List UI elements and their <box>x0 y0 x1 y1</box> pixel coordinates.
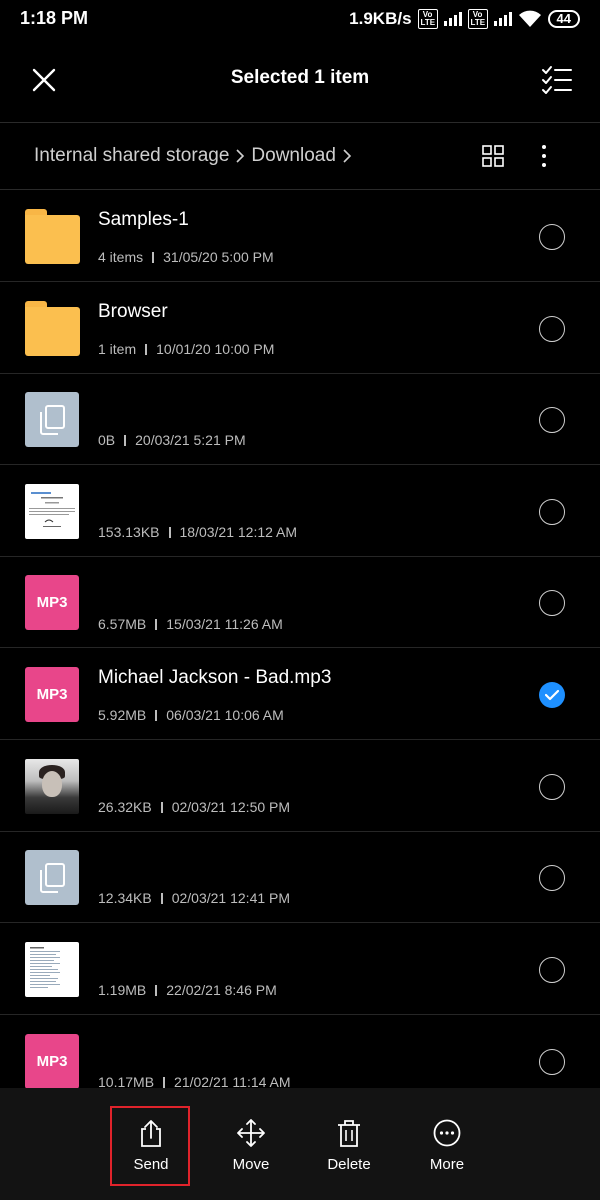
file-meta: 6.57MB 15/03/21 11:26 AM <box>98 616 283 632</box>
selection-toolbar: Selected 1 item <box>0 38 600 123</box>
status-bar: 1:18 PM 1.9KB/s Vo LTE Vo LTE 44 <box>0 0 600 38</box>
select-checkbox[interactable] <box>539 407 565 433</box>
file-row[interactable]: Browser 1 item 10/01/20 10:00 PM <box>0 282 600 374</box>
breadcrumb: Internal shared storage Download <box>0 123 600 190</box>
breadcrumb-path: Internal shared storage Download <box>34 145 352 167</box>
mp3-icon: MP3 <box>25 667 79 722</box>
send-highlight-box <box>110 1106 190 1186</box>
select-checkbox[interactable] <box>539 1049 565 1075</box>
select-checkbox[interactable] <box>539 774 565 800</box>
file-row[interactable]: 26.32KB 02/03/21 12:50 PM <box>0 740 600 832</box>
move-icon <box>237 1119 265 1147</box>
file-size: 6.57MB <box>98 616 147 632</box>
more-label: More <box>429 1156 465 1173</box>
file-meta: 0B 20/03/21 5:21 PM <box>98 432 246 448</box>
file-row[interactable]: MP3 6.57MB 15/03/21 11:26 AM <box>0 556 600 648</box>
file-meta: 5.92MB 06/03/21 10:06 AM <box>98 707 284 723</box>
mp3-icon: MP3 <box>25 1034 79 1088</box>
file-meta: 26.32KB 02/03/21 12:50 PM <box>98 799 290 815</box>
select-checkbox[interactable] <box>539 499 565 525</box>
action-bar: Send Move Delete More <box>0 1088 600 1200</box>
grid-view-icon[interactable] <box>482 145 504 167</box>
file-date: 15/03/21 11:26 AM <box>166 616 283 632</box>
folder-icon <box>25 209 80 264</box>
file-date: 31/05/20 5:00 PM <box>163 249 274 265</box>
file-date: 21/02/21 11:14 AM <box>174 1074 291 1088</box>
file-date: 20/03/21 5:21 PM <box>135 432 246 448</box>
file-name: Michael Jackson - Bad.mp3 <box>98 667 332 688</box>
file-meta: 153.13KB 18/03/21 12:12 AM <box>98 524 297 540</box>
select-checkbox[interactable] <box>539 316 565 342</box>
chevron-right-icon <box>343 149 352 163</box>
file-date: 22/02/21 8:46 PM <box>166 982 277 998</box>
file-meta: 12.34KB 02/03/21 12:41 PM <box>98 890 290 906</box>
mp3-icon: MP3 <box>25 575 79 630</box>
file-date: 06/03/21 10:06 AM <box>166 707 284 723</box>
network-speed: 1.9KB/s <box>349 9 412 28</box>
file-list: Samples-1 4 items 31/05/20 5:00 PM Browse… <box>0 190 600 1088</box>
file-size: 10.17MB <box>98 1074 155 1088</box>
status-icons: 1.9KB/s Vo LTE Vo LTE 44 <box>349 8 580 30</box>
page-title: Selected 1 item <box>230 67 370 88</box>
file-date: 18/03/21 12:12 AM <box>179 524 298 540</box>
select-checkbox[interactable] <box>539 957 565 983</box>
more-vert-icon[interactable] <box>534 143 554 169</box>
document-icon <box>25 392 79 447</box>
delete-label: Delete <box>327 1156 371 1173</box>
select-checkbox[interactable] <box>539 865 565 891</box>
file-size: 153.13KB <box>98 524 160 540</box>
file-size: 26.32KB <box>98 799 152 815</box>
file-size: 4 items <box>98 249 144 265</box>
file-row[interactable]: MP3 10.17MB 21/02/21 11:14 AM <box>0 1015 600 1088</box>
status-time: 1:18 PM <box>20 8 89 28</box>
file-meta: 10.17MB 21/02/21 11:14 AM <box>98 1074 291 1088</box>
file-date: 10/01/20 10:00 PM <box>156 341 275 357</box>
wifi-icon <box>518 10 541 27</box>
file-name: Browser <box>98 301 168 322</box>
more-horiz-circle-icon <box>433 1119 461 1147</box>
select-checkbox-checked[interactable] <box>539 682 565 708</box>
certificate-preview-thumbnail <box>25 484 79 539</box>
move-button[interactable]: Move <box>211 1088 291 1200</box>
select-all-icon[interactable] <box>540 64 574 96</box>
file-size: 0B <box>98 432 116 448</box>
file-row[interactable]: 1.19MB 22/02/21 8:46 PM <box>0 923 600 1015</box>
file-row[interactable]: 153.13KB 18/03/21 12:12 AM <box>0 465 600 557</box>
file-row-selected[interactable]: MP3 Michael Jackson - Bad.mp3 5.92MB 06/0… <box>0 648 600 740</box>
more-button[interactable]: More <box>407 1088 487 1200</box>
file-meta: 1 item 10/01/20 10:00 PM <box>98 341 274 357</box>
breadcrumb-item-download[interactable]: Download <box>251 145 336 167</box>
file-meta: 1.19MB 22/02/21 8:46 PM <box>98 982 277 998</box>
check-icon <box>545 689 559 701</box>
file-row[interactable]: 0B 20/03/21 5:21 PM <box>0 373 600 465</box>
document-preview-thumbnail <box>25 942 79 997</box>
file-size: 12.34KB <box>98 890 152 906</box>
file-row[interactable]: Samples-1 4 items 31/05/20 5:00 PM <box>0 190 600 282</box>
folder-icon <box>25 301 80 356</box>
file-size: 1 item <box>98 341 137 357</box>
file-row[interactable]: 12.34KB 02/03/21 12:41 PM <box>0 831 600 923</box>
volte-icon-2: Vo LTE <box>467 9 488 29</box>
file-date: 02/03/21 12:41 PM <box>171 890 291 906</box>
file-size: 5.92MB <box>98 707 147 723</box>
volte-icon: Vo LTE <box>417 9 438 29</box>
select-checkbox[interactable] <box>539 224 565 250</box>
trash-icon <box>338 1120 360 1147</box>
file-name: Samples-1 <box>98 209 189 230</box>
signal-icon-2 <box>493 12 512 26</box>
file-date: 02/03/21 12:50 PM <box>171 799 291 815</box>
chevron-right-icon <box>236 149 245 163</box>
breadcrumb-item-internal-storage[interactable]: Internal shared storage <box>34 145 229 167</box>
battery-icon: 44 <box>547 10 580 28</box>
signal-icon <box>443 12 462 26</box>
file-size: 1.19MB <box>98 982 147 998</box>
document-icon <box>25 850 79 905</box>
move-label: Move <box>232 1156 270 1173</box>
delete-button[interactable]: Delete <box>309 1088 389 1200</box>
select-checkbox[interactable] <box>539 590 565 616</box>
file-meta: 4 items 31/05/20 5:00 PM <box>98 249 274 265</box>
photo-thumbnail <box>25 759 79 814</box>
